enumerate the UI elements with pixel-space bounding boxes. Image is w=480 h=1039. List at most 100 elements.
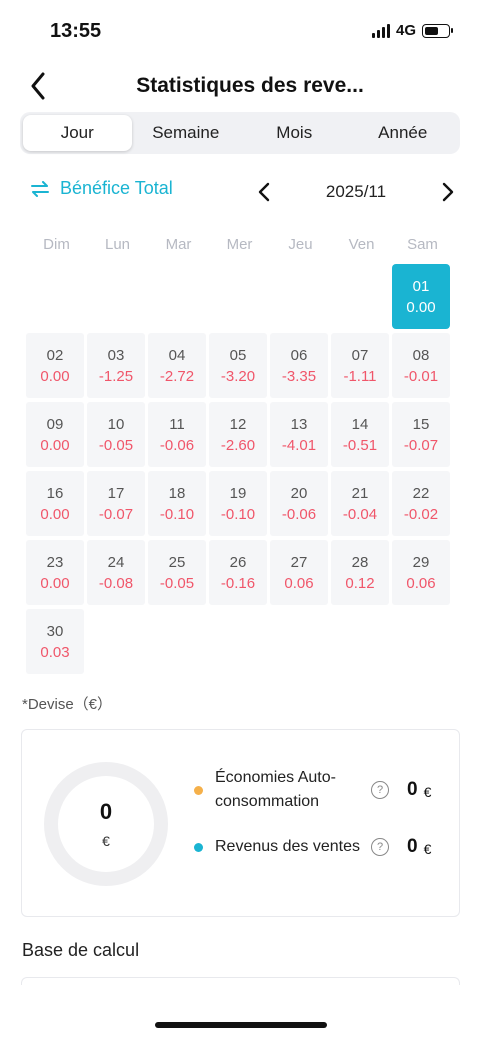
header: Statistiques des reve... [0,64,480,108]
day-number: 13 [290,415,308,433]
tab-year[interactable]: Année [349,115,458,151]
day-value: -0.08 [98,574,134,592]
day-number: 18 [168,484,186,502]
chevron-right-icon [442,182,454,202]
signal-icon [371,23,390,38]
next-month-button[interactable] [436,178,460,206]
day-value: -2.72 [159,367,195,385]
day-value: -3.20 [220,367,256,385]
weekday-label: Lun [104,236,131,253]
battery-icon [422,23,453,38]
day-value: -0.07 [403,436,439,454]
calendar-empty-cell [87,264,145,329]
calendar-day-05[interactable]: 05 -3.20 [209,333,267,398]
calendar-day-20[interactable]: 20 -0.06 [270,471,328,536]
legend-dot [194,785,203,795]
calendar-day-03[interactable]: 03 -1.25 [87,333,145,398]
currency-note: *Devise（€） [22,696,113,713]
swap-icon [31,180,49,197]
calendar-day-22[interactable]: 22 -0.02 [392,471,450,536]
day-value: -0.16 [220,574,256,592]
help-icon[interactable]: ? [371,838,389,856]
calendar-day-02[interactable]: 02 0.00 [26,333,84,398]
weekday-label: Mer [226,236,253,253]
weekday-label: Ven [348,236,375,253]
status-time: 13:55 [50,20,102,42]
legend-dot [194,842,203,852]
day-value: -0.51 [342,436,378,454]
calendar-day-01[interactable]: 01 0.00 [392,264,450,329]
day-value: -1.25 [98,367,134,385]
legend-unit: € [423,784,432,800]
weekday-label: Mar [165,236,192,253]
tab-month[interactable]: Mois [240,115,349,151]
day-value: -0.10 [159,505,195,523]
calendar-day-06[interactable]: 06 -3.35 [270,333,328,398]
legend-amount: 0 [407,836,418,857]
calendar-day-21[interactable]: 21 -0.04 [331,471,389,536]
calendar-day-18[interactable]: 18 -0.10 [148,471,206,536]
day-number: 30 [46,622,64,640]
calendar-day-25[interactable]: 25 -0.05 [148,540,206,605]
legend-amount: 0 [407,779,418,800]
day-value: 0.03 [40,643,70,661]
calendar-day-19[interactable]: 19 -0.10 [209,471,267,536]
prev-month-button[interactable] [252,178,276,206]
calendar-day-10[interactable]: 10 -0.05 [87,402,145,467]
tab-week[interactable]: Semaine [132,115,241,151]
day-number: 01 [412,277,430,295]
chevron-left-icon [258,182,270,202]
metric-label: Bénéfice Total [60,178,173,198]
day-value: -0.10 [220,505,256,523]
day-value: 0.06 [284,574,314,592]
calendar-day-09[interactable]: 09 0.00 [26,402,84,467]
calendar-empty-cell [26,264,84,329]
status-indicators: 4G [371,22,453,39]
day-number: 07 [351,346,369,364]
day-number: 19 [229,484,247,502]
calendar-day-30[interactable]: 30 0.03 [26,609,84,674]
calendar-day-15[interactable]: 15 -0.07 [392,402,450,467]
calendar-day-29[interactable]: 29 0.06 [392,540,450,605]
day-number: 04 [168,346,186,364]
calendar-day-23[interactable]: 23 0.00 [26,540,84,605]
day-number: 17 [107,484,125,502]
summary-card: 0 € Économies Auto-consommation ? 0 € Re… [21,729,460,917]
tab-day[interactable]: Jour [23,115,132,151]
calendar-empty-cell [209,264,267,329]
day-number: 21 [351,484,369,502]
legend-sales-revenue: Revenus des ventes ? 0 € [194,835,454,859]
day-value: -0.07 [98,505,134,523]
calendar-day-16[interactable]: 16 0.00 [26,471,84,536]
weekday-label: Jeu [288,236,313,253]
day-value: -0.01 [403,367,439,385]
month-navigator: 2025/11 [252,176,460,208]
day-value: -0.04 [342,505,378,523]
calendar-day-26[interactable]: 26 -0.16 [209,540,267,605]
calendar-day-11[interactable]: 11 -0.06 [148,402,206,467]
legend-self-consumption: Économies Auto-consommation ? 0 € [194,766,454,814]
calendar-day-13[interactable]: 13 -4.01 [270,402,328,467]
calendar-day-17[interactable]: 17 -0.07 [87,471,145,536]
calendar-day-12[interactable]: 12 -2.60 [209,402,267,467]
day-number: 02 [46,346,64,364]
day-value: 0.00 [40,505,70,523]
calendar-day-04[interactable]: 04 -2.72 [148,333,206,398]
calendar-day-07[interactable]: 07 -1.11 [331,333,389,398]
calendar-day-27[interactable]: 27 0.06 [270,540,328,605]
day-value: -4.01 [281,436,317,454]
day-value: -0.06 [159,436,195,454]
day-value: 0.06 [406,574,436,592]
current-month: 2025/11 [325,182,387,201]
day-number: 25 [168,553,186,571]
calendar-day-14[interactable]: 14 -0.51 [331,402,389,467]
day-value: 0.12 [345,574,375,592]
calendar-day-24[interactable]: 24 -0.08 [87,540,145,605]
day-value: -2.60 [220,436,256,454]
total-unit: € [102,833,110,849]
calendar-day-28[interactable]: 28 0.12 [331,540,389,605]
calendar-day-08[interactable]: 08 -0.01 [392,333,450,398]
metric-switch[interactable]: Bénéfice Total [30,178,173,199]
help-icon[interactable]: ? [371,781,389,799]
day-number: 08 [412,346,430,364]
